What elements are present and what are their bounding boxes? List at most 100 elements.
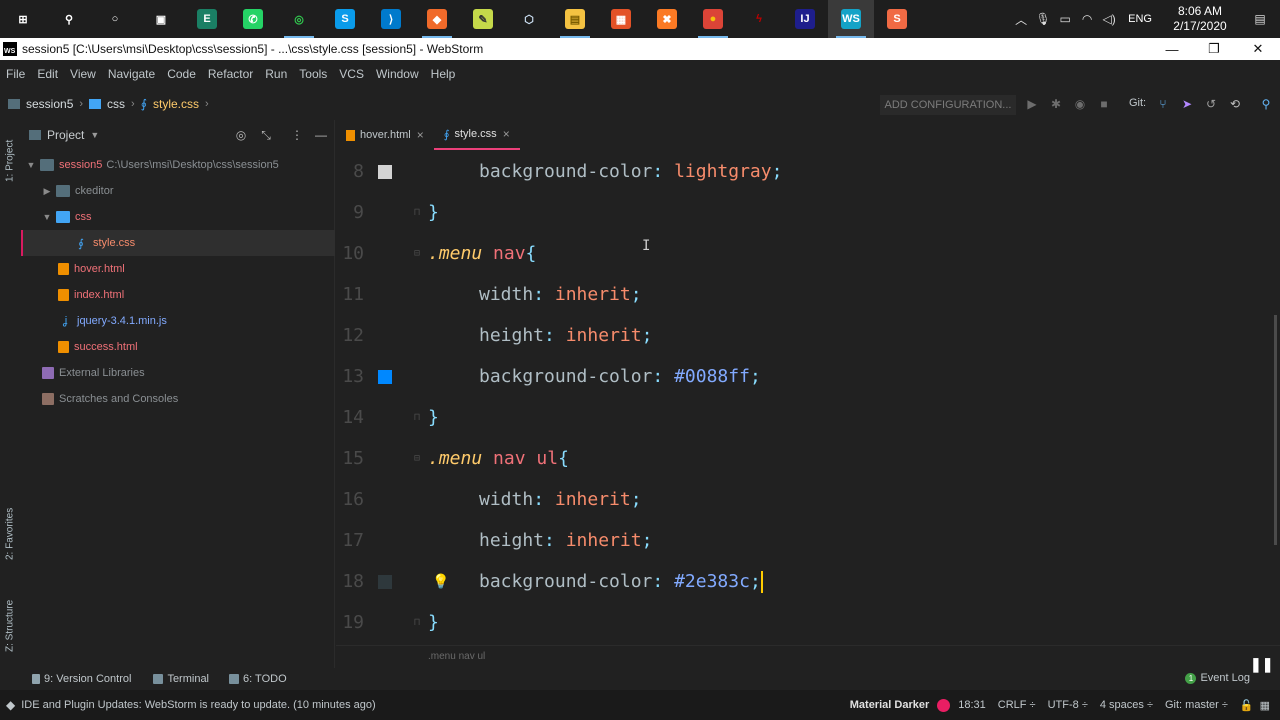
git-rollback-icon[interactable]: ⟲ bbox=[1227, 96, 1243, 112]
webstorm-icon[interactable]: WS bbox=[828, 0, 874, 38]
structure-tool-tab[interactable]: Z: Structure bbox=[2, 582, 18, 652]
caret-position[interactable]: 18:31 bbox=[958, 699, 986, 711]
tab-style-css[interactable]: ∮ style.css × bbox=[433, 120, 520, 150]
fold-marker-icon[interactable]: ⊓ bbox=[411, 207, 423, 219]
brave-browser-icon[interactable]: ◆ bbox=[414, 0, 460, 38]
tree-item-root[interactable]: ▼ session5 C:\Users\msi\Desktop\css\sess… bbox=[21, 152, 335, 178]
menu-refactor[interactable]: Refactor bbox=[202, 67, 259, 81]
vscode-icon[interactable]: ⟩ bbox=[368, 0, 414, 38]
terminal-tool-button[interactable]: Terminal bbox=[153, 673, 209, 685]
menu-view[interactable]: View bbox=[64, 67, 102, 81]
code-line[interactable]: 16 width: inherit; bbox=[336, 479, 1280, 520]
chevron-down-icon[interactable]: ▼ bbox=[90, 130, 99, 140]
menu-help[interactable]: Help bbox=[425, 67, 462, 81]
git-history-icon[interactable]: ↺ bbox=[1203, 96, 1219, 112]
tree-item-success-html[interactable]: success.html bbox=[21, 334, 335, 360]
code-line[interactable]: 8 background-color: lightgray; bbox=[336, 151, 1280, 192]
tree-item-hover-html[interactable]: hover.html bbox=[21, 256, 335, 282]
input-language[interactable]: ENG bbox=[1120, 13, 1160, 25]
whatsapp-icon[interactable]: ✆ bbox=[230, 0, 276, 38]
run-icon[interactable]: ▶ bbox=[1024, 96, 1040, 112]
intellij-icon[interactable]: IJ bbox=[782, 0, 828, 38]
code-line[interactable]: 13 background-color: #0088ff; bbox=[336, 356, 1280, 397]
fold-marker-icon[interactable]: ⊟ bbox=[411, 248, 423, 260]
menu-window[interactable]: Window bbox=[370, 67, 425, 81]
add-configuration-button[interactable]: ADD CONFIGURATION... bbox=[880, 95, 1016, 115]
project-view-selector[interactable]: Project bbox=[47, 128, 84, 142]
chrome-icon[interactable]: ● bbox=[690, 0, 736, 38]
menu-file[interactable]: File bbox=[0, 67, 31, 81]
collapse-all-icon[interactable]: ⤡ bbox=[258, 127, 274, 143]
debug-icon[interactable]: ✱ bbox=[1048, 96, 1064, 112]
code-line[interactable]: 10 ⊟ .menu nav{ bbox=[336, 233, 1280, 274]
minimize-button[interactable]: — bbox=[1150, 38, 1194, 60]
task-view-icon[interactable]: ▣ bbox=[138, 0, 184, 38]
battery-icon[interactable]: ▭ bbox=[1054, 12, 1076, 26]
clock[interactable]: 8:06 AM 2/17/2020 bbox=[1160, 4, 1240, 34]
color-swatch-icon[interactable] bbox=[378, 369, 392, 384]
search-icon[interactable]: ⚲ bbox=[1258, 96, 1274, 112]
stop-icon[interactable]: ■ bbox=[1096, 96, 1112, 112]
code-line[interactable]: 9 ⊓} bbox=[336, 192, 1280, 233]
memory-indicator-icon[interactable]: ▦ bbox=[1260, 699, 1270, 712]
chevron-down-icon[interactable]: ▼ bbox=[25, 160, 37, 170]
3d-viewer-icon[interactable]: ⬡ bbox=[506, 0, 552, 38]
restore-button[interactable]: ❐ bbox=[1192, 38, 1236, 60]
breadcrumb-project[interactable]: session5 › bbox=[8, 97, 83, 111]
close-tab-icon[interactable]: × bbox=[417, 128, 424, 142]
chevron-up-icon[interactable]: ︿ bbox=[1010, 11, 1032, 28]
tree-item-ckeditor[interactable]: ▶ ckeditor bbox=[21, 178, 335, 204]
code-line[interactable]: 15 ⊟ .menu nav ul{ bbox=[336, 438, 1280, 479]
fold-marker-icon[interactable]: ⊓ bbox=[411, 617, 423, 629]
git-update-icon[interactable]: ⑂ bbox=[1155, 96, 1171, 112]
fold-marker-icon[interactable]: ⊓ bbox=[411, 412, 423, 424]
menu-tools[interactable]: Tools bbox=[293, 67, 333, 81]
menu-edit[interactable]: Edit bbox=[31, 67, 64, 81]
options-icon[interactable]: ⋮ bbox=[289, 127, 305, 143]
microphone-icon[interactable]: 🎙 bbox=[1032, 12, 1054, 26]
code-line[interactable]: 17 height: inherit; bbox=[336, 520, 1280, 561]
code-editor[interactable]: 8 background-color: lightgray; 9 ⊓} 10 ⊟ .menu… bbox=[336, 150, 1280, 645]
windows-start-icon[interactable]: ⊞ bbox=[0, 0, 46, 38]
lightbulb-icon[interactable]: 💡 bbox=[432, 574, 449, 590]
menu-navigate[interactable]: Navigate bbox=[102, 67, 161, 81]
line-separator-selector[interactable]: CRLF ÷ bbox=[998, 699, 1036, 711]
tab-hover-html[interactable]: hover.html × bbox=[336, 120, 434, 150]
search-icon[interactable]: ⚲ bbox=[46, 0, 92, 38]
tree-item-css-folder[interactable]: ▼ css bbox=[21, 204, 335, 230]
indent-selector[interactable]: 4 spaces ÷ bbox=[1100, 699, 1153, 711]
editor-app-icon[interactable]: E bbox=[184, 0, 230, 38]
microsoft-store-icon[interactable]: ▦ bbox=[598, 0, 644, 38]
chevron-right-icon[interactable]: ▶ bbox=[41, 186, 53, 197]
git-push-icon[interactable]: ➤ bbox=[1179, 96, 1195, 112]
code-line[interactable]: 12 height: inherit; bbox=[336, 315, 1280, 356]
pause-icon[interactable]: ❚❚ bbox=[1250, 656, 1273, 678]
locate-file-icon[interactable]: ◎ bbox=[233, 127, 249, 143]
code-line[interactable]: 14 ⊓} bbox=[336, 397, 1280, 438]
coverage-icon[interactable]: ◉ bbox=[1072, 96, 1088, 112]
menu-run[interactable]: Run bbox=[259, 67, 293, 81]
status-message[interactable]: IDE and Plugin Updates: WebStorm is read… bbox=[21, 699, 375, 711]
project-tool-tab[interactable]: 1: Project bbox=[2, 128, 18, 182]
fold-marker-icon[interactable]: ⊟ bbox=[411, 453, 423, 465]
close-window-button[interactable]: ✕ bbox=[1236, 38, 1280, 60]
code-line[interactable]: 19 ⊓} bbox=[336, 602, 1280, 643]
event-log-button[interactable]: 1 Event Log bbox=[1185, 672, 1250, 684]
color-swatch-icon[interactable] bbox=[378, 574, 392, 589]
code-line[interactable]: 11 width: inherit; bbox=[336, 274, 1280, 315]
menu-code[interactable]: Code bbox=[161, 67, 202, 81]
action-center-icon[interactable]: ▤ bbox=[1240, 12, 1280, 26]
skype-icon[interactable]: S bbox=[322, 0, 368, 38]
volume-icon[interactable]: ◁) bbox=[1098, 12, 1120, 26]
file-explorer-icon[interactable]: ▤ bbox=[552, 0, 598, 38]
updates-icon[interactable]: ◆ bbox=[6, 698, 15, 712]
cortana-icon[interactable]: ○ bbox=[92, 0, 138, 38]
tree-item-scratches[interactable]: Scratches and Consoles bbox=[21, 386, 335, 412]
code-breadcrumb[interactable]: .menu nav ul bbox=[336, 645, 1280, 668]
version-control-tool-button[interactable]: 9: Version Control bbox=[32, 673, 131, 685]
breadcrumb-file[interactable]: ∮ style.css › bbox=[141, 97, 209, 111]
lock-icon[interactable]: 🔓 bbox=[1240, 699, 1254, 712]
sublime-icon[interactable]: S bbox=[874, 0, 920, 38]
hide-panel-icon[interactable]: — bbox=[313, 127, 329, 143]
tree-item-index-html[interactable]: index.html bbox=[21, 282, 335, 308]
